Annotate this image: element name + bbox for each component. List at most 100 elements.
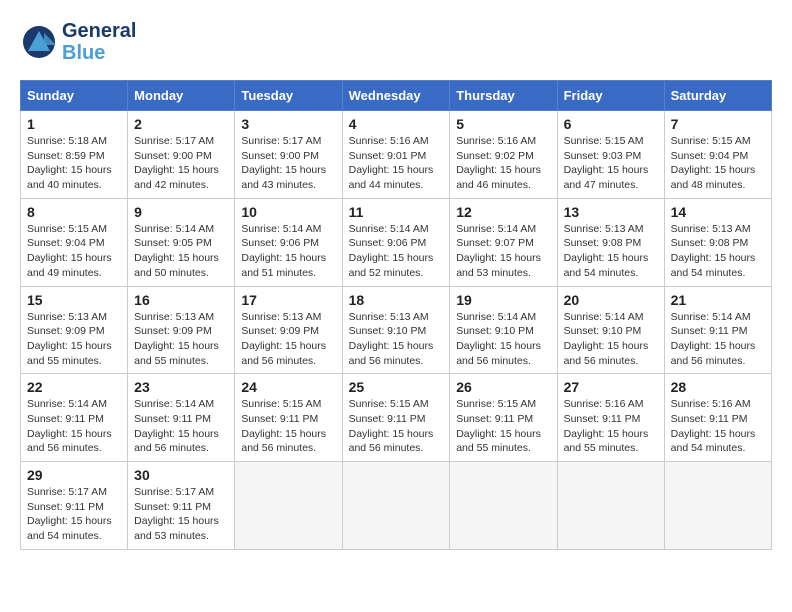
day-number: 9 [134, 204, 228, 220]
day-info: Sunrise: 5:16 AMSunset: 9:11 PMDaylight:… [564, 397, 658, 456]
calendar-day-cell [450, 462, 557, 550]
calendar-day-cell: 10Sunrise: 5:14 AMSunset: 9:06 PMDayligh… [235, 198, 342, 286]
calendar-day-cell: 2 Sunrise: 5:17 AMSunset: 9:00 PMDaylight… [128, 111, 235, 199]
calendar-day-cell: 11 Sunrise: 5:14 AMSunset: 9:06 PMDayligh… [342, 198, 450, 286]
day-number: 25 [349, 379, 444, 395]
calendar-day-cell: 9Sunrise: 5:14 AMSunset: 9:05 PMDaylight… [128, 198, 235, 286]
day-number: 4 [349, 116, 444, 132]
calendar-day-cell: 29 Sunrise: 5:17 AMSunset: 9:11 PMDayligh… [21, 462, 128, 550]
day-number: 2 [134, 116, 228, 132]
calendar-day-cell [342, 462, 450, 550]
weekday-header: Friday [557, 81, 664, 111]
calendar-day-cell: 13 Sunrise: 5:13 AMSunset: 9:08 PMDayligh… [557, 198, 664, 286]
day-number: 16 [134, 292, 228, 308]
calendar-week-row: 8 Sunrise: 5:15 AMSunset: 9:04 PMDaylight… [21, 198, 772, 286]
day-info: Sunrise: 5:15 AMSunset: 9:03 PMDaylight:… [564, 134, 658, 193]
calendar-week-row: 15 Sunrise: 5:13 AMSunset: 9:09 PMDayligh… [21, 286, 772, 374]
calendar-day-cell: 21Sunrise: 5:14 AMSunset: 9:11 PMDayligh… [664, 286, 771, 374]
day-info: Sunrise: 5:15 AMSunset: 9:11 PMDaylight:… [349, 397, 444, 456]
logo-general: General [62, 20, 136, 42]
day-number: 27 [564, 379, 658, 395]
day-info: Sunrise: 5:15 AMSunset: 9:04 PMDaylight:… [27, 222, 121, 281]
calendar-day-cell: 6 Sunrise: 5:15 AMSunset: 9:03 PMDaylight… [557, 111, 664, 199]
calendar-day-cell: 28 Sunrise: 5:16 AMSunset: 9:11 PMDayligh… [664, 374, 771, 462]
weekday-header: Tuesday [235, 81, 342, 111]
weekday-header: Thursday [450, 81, 557, 111]
calendar-day-cell: 4 Sunrise: 5:16 AMSunset: 9:01 PMDaylight… [342, 111, 450, 199]
weekday-header: Saturday [664, 81, 771, 111]
calendar-table: SundayMondayTuesdayWednesdayThursdayFrid… [20, 80, 772, 550]
day-number: 11 [349, 204, 444, 220]
day-number: 12 [456, 204, 550, 220]
weekday-header: Monday [128, 81, 235, 111]
day-info: Sunrise: 5:15 AMSunset: 9:11 PMDaylight:… [241, 397, 335, 456]
weekday-header: Sunday [21, 81, 128, 111]
calendar-day-cell: 5 Sunrise: 5:16 AMSunset: 9:02 PMDaylight… [450, 111, 557, 199]
calendar-week-row: 22 Sunrise: 5:14 AMSunset: 9:11 PMDayligh… [21, 374, 772, 462]
calendar-day-cell [664, 462, 771, 550]
day-info: Sunrise: 5:14 AMSunset: 9:11 PMDaylight:… [134, 397, 228, 456]
calendar-week-row: 1Sunrise: 5:18 AMSunset: 8:59 PMDaylight… [21, 111, 772, 199]
day-info: Sunrise: 5:16 AMSunset: 9:02 PMDaylight:… [456, 134, 550, 193]
day-number: 28 [671, 379, 765, 395]
calendar-day-cell: 3Sunrise: 5:17 AMSunset: 9:00 PMDaylight… [235, 111, 342, 199]
day-number: 15 [27, 292, 121, 308]
day-number: 20 [564, 292, 658, 308]
calendar-day-cell: 8 Sunrise: 5:15 AMSunset: 9:04 PMDaylight… [21, 198, 128, 286]
day-number: 3 [241, 116, 335, 132]
day-number: 30 [134, 467, 228, 483]
calendar-day-cell: 1Sunrise: 5:18 AMSunset: 8:59 PMDaylight… [21, 111, 128, 199]
day-number: 1 [27, 116, 121, 132]
logo-blue: Blue [62, 42, 105, 64]
day-number: 19 [456, 292, 550, 308]
calendar-day-cell [557, 462, 664, 550]
day-info: Sunrise: 5:13 AMSunset: 9:09 PMDaylight:… [241, 310, 335, 369]
calendar-day-cell: 19 Sunrise: 5:14 AMSunset: 9:10 PMDayligh… [450, 286, 557, 374]
day-number: 18 [349, 292, 444, 308]
day-number: 5 [456, 116, 550, 132]
calendar-day-cell: 14Sunrise: 5:13 AMSunset: 9:08 PMDayligh… [664, 198, 771, 286]
day-info: Sunrise: 5:15 AMSunset: 9:11 PMDaylight:… [456, 397, 550, 456]
day-number: 24 [241, 379, 335, 395]
calendar-day-cell: 23 Sunrise: 5:14 AMSunset: 9:11 PMDayligh… [128, 374, 235, 462]
calendar-day-cell: 22 Sunrise: 5:14 AMSunset: 9:11 PMDayligh… [21, 374, 128, 462]
day-number: 17 [241, 292, 335, 308]
day-info: Sunrise: 5:14 AMSunset: 9:11 PMDaylight:… [671, 310, 765, 369]
day-number: 8 [27, 204, 121, 220]
calendar-header-row: SundayMondayTuesdayWednesdayThursdayFrid… [21, 81, 772, 111]
day-info: Sunrise: 5:14 AMSunset: 9:11 PMDaylight:… [27, 397, 121, 456]
day-info: Sunrise: 5:17 AMSunset: 9:11 PMDaylight:… [27, 485, 121, 544]
calendar-day-cell: 15 Sunrise: 5:13 AMSunset: 9:09 PMDayligh… [21, 286, 128, 374]
calendar-day-cell: 17 Sunrise: 5:13 AMSunset: 9:09 PMDayligh… [235, 286, 342, 374]
day-info: Sunrise: 5:13 AMSunset: 9:08 PMDaylight:… [671, 222, 765, 281]
day-info: Sunrise: 5:17 AMSunset: 9:11 PMDaylight:… [134, 485, 228, 544]
day-info: Sunrise: 5:16 AMSunset: 9:11 PMDaylight:… [671, 397, 765, 456]
day-number: 22 [27, 379, 121, 395]
day-info: Sunrise: 5:13 AMSunset: 9:10 PMDaylight:… [349, 310, 444, 369]
day-number: 13 [564, 204, 658, 220]
calendar-day-cell [235, 462, 342, 550]
logo: General Blue [20, 20, 136, 64]
day-info: Sunrise: 5:13 AMSunset: 9:09 PMDaylight:… [27, 310, 121, 369]
day-number: 7 [671, 116, 765, 132]
day-info: Sunrise: 5:17 AMSunset: 9:00 PMDaylight:… [134, 134, 228, 193]
day-info: Sunrise: 5:14 AMSunset: 9:07 PMDaylight:… [456, 222, 550, 281]
calendar-day-cell: 27 Sunrise: 5:16 AMSunset: 9:11 PMDayligh… [557, 374, 664, 462]
day-info: Sunrise: 5:14 AMSunset: 9:10 PMDaylight:… [564, 310, 658, 369]
day-number: 23 [134, 379, 228, 395]
day-info: Sunrise: 5:16 AMSunset: 9:01 PMDaylight:… [349, 134, 444, 193]
calendar-day-cell: 20 Sunrise: 5:14 AMSunset: 9:10 PMDayligh… [557, 286, 664, 374]
calendar-day-cell: 12 Sunrise: 5:14 AMSunset: 9:07 PMDayligh… [450, 198, 557, 286]
calendar-week-row: 29 Sunrise: 5:17 AMSunset: 9:11 PMDayligh… [21, 462, 772, 550]
day-info: Sunrise: 5:14 AMSunset: 9:10 PMDaylight:… [456, 310, 550, 369]
day-number: 29 [27, 467, 121, 483]
day-info: Sunrise: 5:15 AMSunset: 9:04 PMDaylight:… [671, 134, 765, 193]
day-info: Sunrise: 5:13 AMSunset: 9:08 PMDaylight:… [564, 222, 658, 281]
day-info: Sunrise: 5:14 AMSunset: 9:06 PMDaylight:… [349, 222, 444, 281]
day-info: Sunrise: 5:14 AMSunset: 9:06 PMDaylight:… [241, 222, 335, 281]
calendar-day-cell: 16Sunrise: 5:13 AMSunset: 9:09 PMDayligh… [128, 286, 235, 374]
day-number: 6 [564, 116, 658, 132]
calendar-day-cell: 25 Sunrise: 5:15 AMSunset: 9:11 PMDayligh… [342, 374, 450, 462]
day-number: 26 [456, 379, 550, 395]
weekday-header: Wednesday [342, 81, 450, 111]
